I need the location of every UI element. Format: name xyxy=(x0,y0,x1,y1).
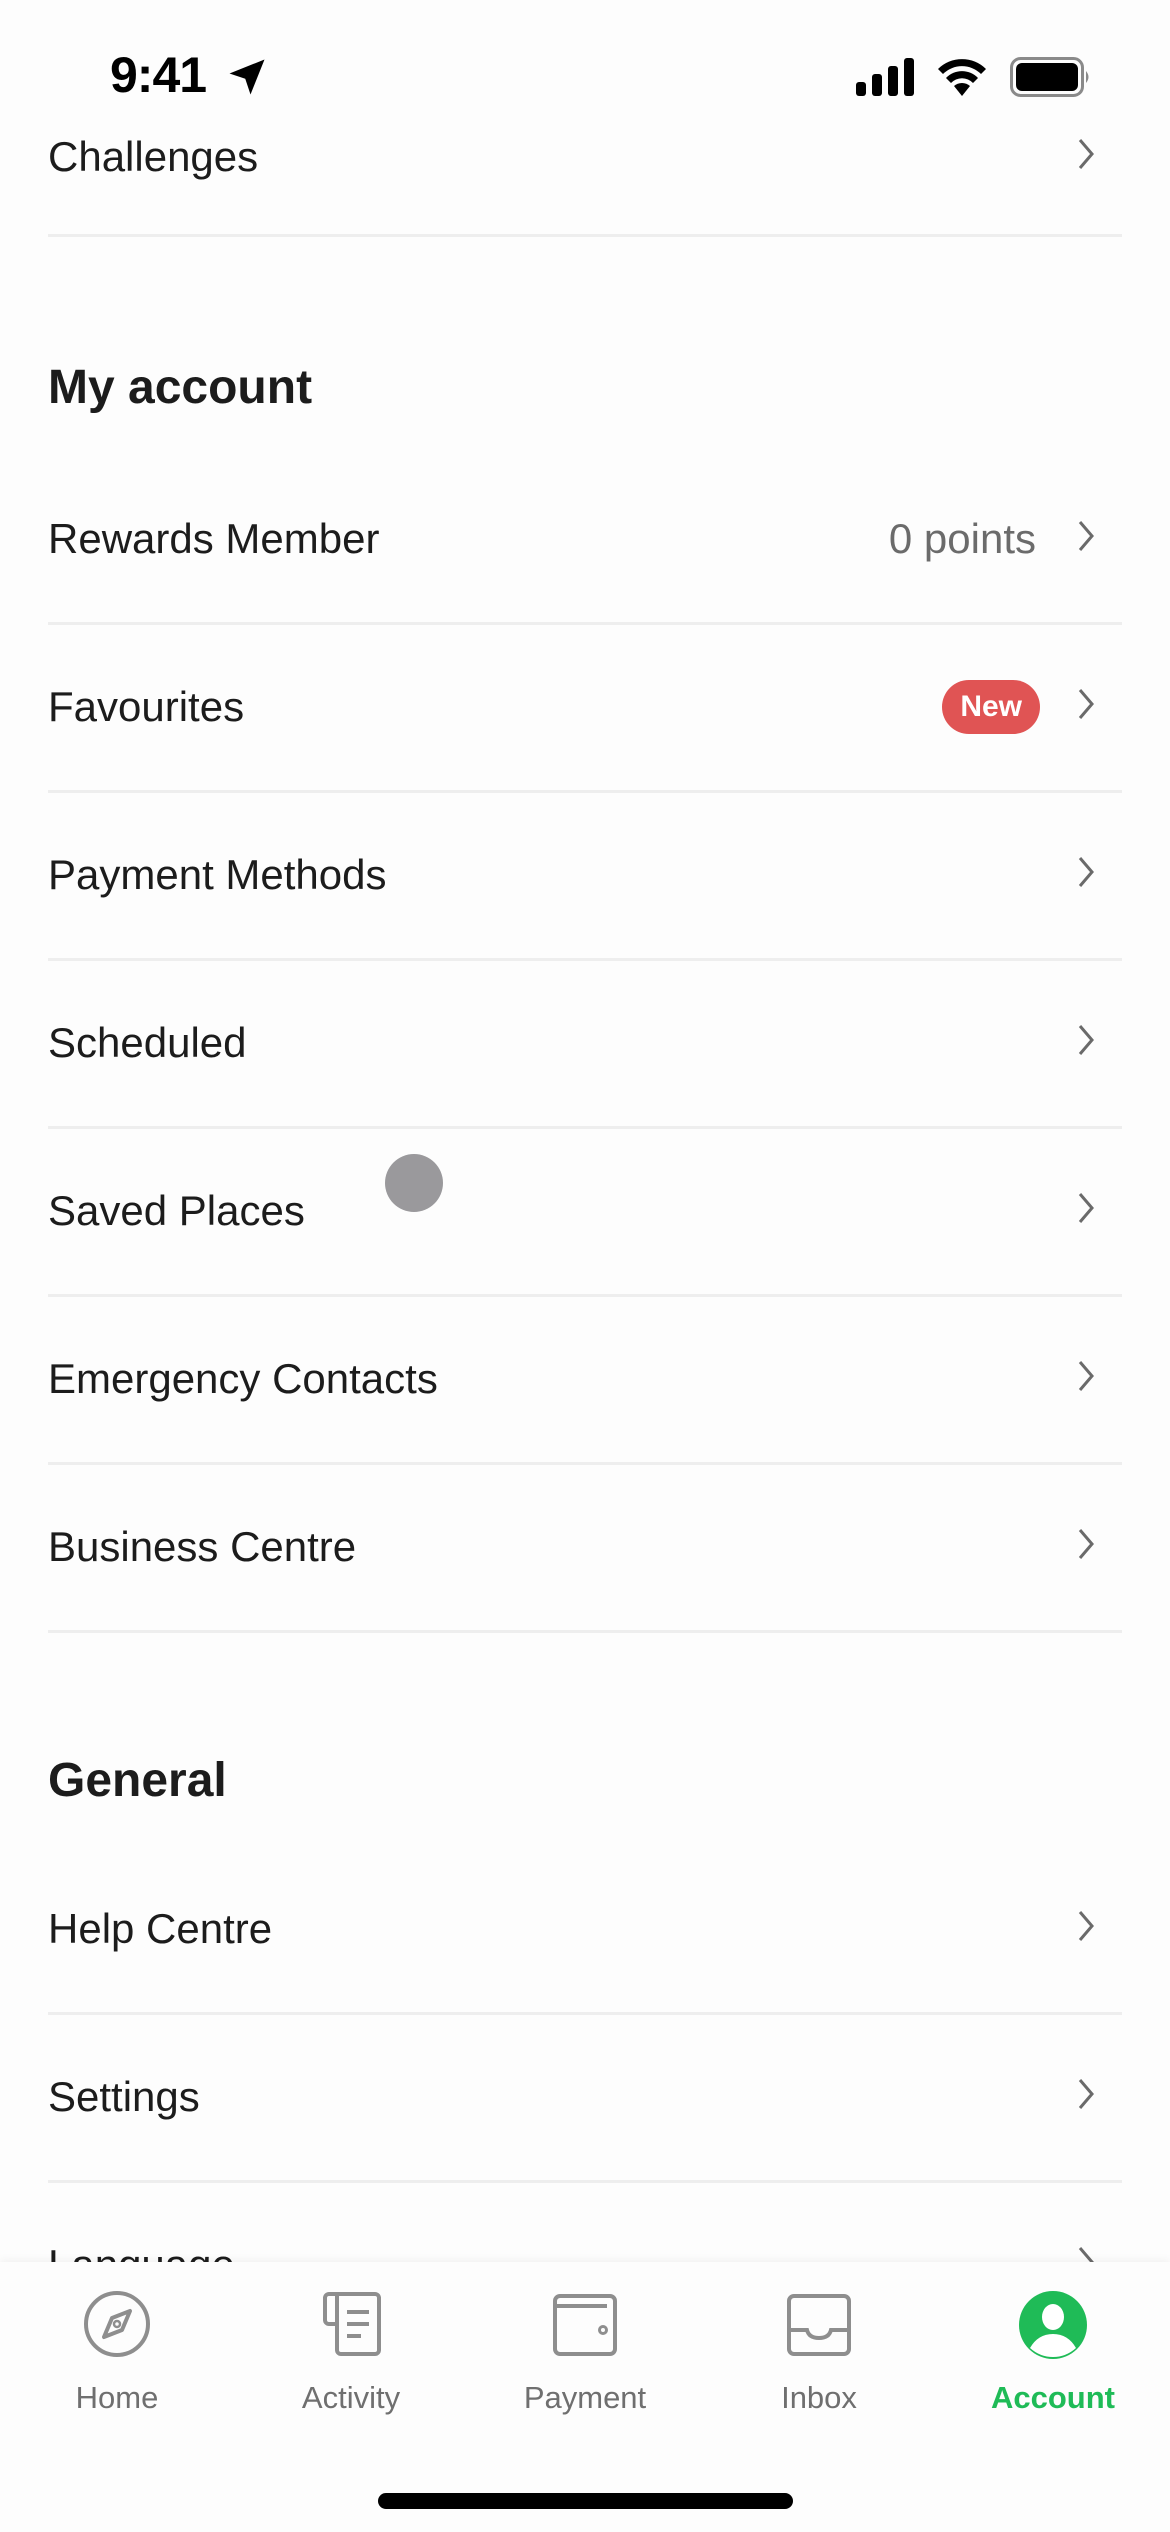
tab-payment[interactable]: Payment xyxy=(468,2262,702,2462)
tab-bar: Home Activity Payment Inbox Account xyxy=(0,2262,1170,2532)
divider xyxy=(48,234,1122,237)
list-item-label: Favourites xyxy=(48,683,245,730)
account-icon xyxy=(1019,2291,1087,2359)
list-item-payment-methods[interactable]: Payment Methods xyxy=(0,792,1170,961)
wallet-icon xyxy=(553,2294,617,2356)
list-item-label: Rewards Member xyxy=(48,515,380,562)
list-item-help-centre[interactable]: Help Centre xyxy=(0,1846,1170,2015)
inbox-icon xyxy=(787,2294,851,2356)
new-badge: New xyxy=(942,680,1040,734)
list-item-rewards-member[interactable]: Rewards Member 0 points xyxy=(0,456,1170,625)
points-value: 0 points xyxy=(888,515,1036,562)
list-item-settings[interactable]: Settings xyxy=(0,2014,1170,2183)
list-item-label: Business Centre xyxy=(48,1523,357,1570)
tab-label: Home xyxy=(75,2380,159,2415)
tab-label: Account xyxy=(991,2380,1115,2415)
divider xyxy=(48,1630,1122,1633)
tab-label: Inbox xyxy=(781,2380,857,2415)
chevron-right-icon xyxy=(1078,1025,1094,1055)
status-time: 9:41 xyxy=(110,47,207,103)
list-item-label: Settings xyxy=(48,2073,200,2120)
chevron-right-icon xyxy=(1078,1193,1094,1223)
section-title-general: General xyxy=(48,1754,227,1807)
cellular-signal-icon xyxy=(856,58,914,96)
home-indicator[interactable] xyxy=(378,2493,793,2509)
battery-icon xyxy=(1010,57,1089,97)
tab-home[interactable]: Home xyxy=(0,2262,234,2462)
list-item-business-centre[interactable]: Business Centre xyxy=(0,1464,1170,1633)
tab-label: Activity xyxy=(301,2380,401,2415)
tab-account[interactable]: Account xyxy=(936,2262,1170,2462)
chevron-right-icon xyxy=(1078,689,1094,719)
list-item-label: Scheduled xyxy=(48,1019,247,1066)
touch-indicator xyxy=(385,1154,443,1212)
list-item-favourites[interactable]: Favourites New xyxy=(0,624,1170,793)
list-item-label: Challenges xyxy=(48,133,259,180)
chevron-right-icon xyxy=(1078,1911,1094,1941)
chevron-right-icon xyxy=(1078,2079,1094,2109)
list-item-label: Emergency Contacts xyxy=(48,1355,438,1402)
list-item-challenges[interactable]: Challenges xyxy=(0,110,1170,236)
chevron-right-icon xyxy=(1078,521,1094,551)
list-item-label: Help Centre xyxy=(48,1905,273,1952)
chevron-right-icon xyxy=(1078,139,1094,169)
wifi-icon xyxy=(938,59,986,96)
tab-activity[interactable]: Activity xyxy=(234,2262,468,2462)
list-item-label: Saved Places xyxy=(48,1187,305,1234)
location-arrow-icon xyxy=(229,59,265,95)
tab-label: Payment xyxy=(523,2380,647,2415)
tab-inbox[interactable]: Inbox xyxy=(702,2262,936,2462)
chevron-right-icon xyxy=(1078,1361,1094,1391)
list-item-emergency-contacts[interactable]: Emergency Contacts xyxy=(0,1296,1170,1465)
list-item-saved-places[interactable]: Saved Places xyxy=(0,1128,1170,1297)
receipt-icon xyxy=(323,2292,381,2356)
chevron-right-icon xyxy=(1078,1529,1094,1559)
chevron-right-icon xyxy=(1078,857,1094,887)
list-item-scheduled[interactable]: Scheduled xyxy=(0,960,1170,1129)
section-title-my-account: My account xyxy=(48,361,313,414)
list-item-label: Payment Methods xyxy=(48,851,387,898)
compass-icon xyxy=(84,2291,150,2357)
